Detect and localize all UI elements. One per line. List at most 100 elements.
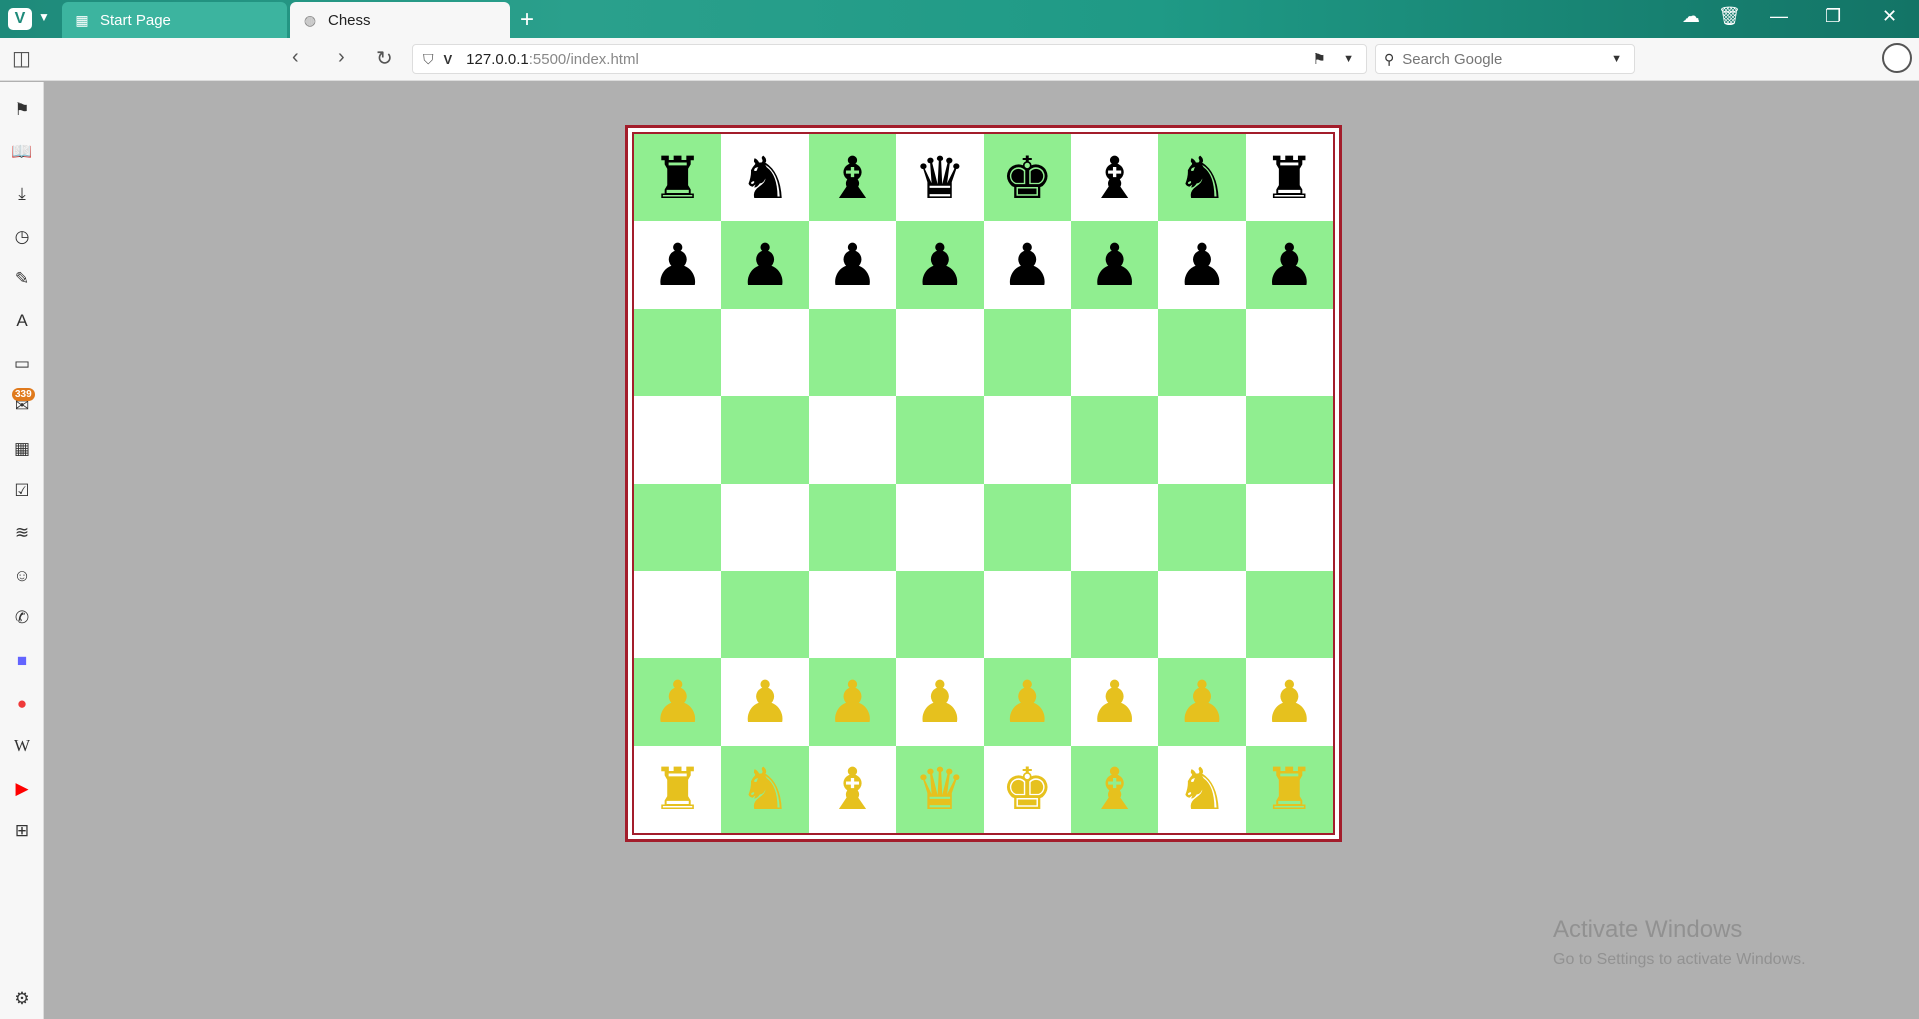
chess-piece[interactable]: ♜ <box>1263 149 1315 207</box>
square-c3[interactable] <box>808 570 897 659</box>
square-g6[interactable] <box>1158 308 1246 397</box>
square-d6[interactable] <box>896 308 984 397</box>
square-f4[interactable] <box>1070 483 1159 571</box>
add-panel-icon[interactable]: ⊞ <box>10 819 34 843</box>
square-d4[interactable] <box>896 483 984 571</box>
square-d3[interactable] <box>896 570 984 659</box>
chevron-down-icon[interactable]: ▼ <box>1611 53 1622 65</box>
square-c4[interactable] <box>808 483 897 571</box>
square-e3[interactable] <box>983 570 1071 659</box>
reload-button[interactable]: ↻ <box>376 46 393 71</box>
square-h1[interactable]: ♜ <box>1245 745 1333 833</box>
square-b6[interactable] <box>721 308 809 397</box>
square-d5[interactable] <box>896 396 984 484</box>
square-a5[interactable] <box>634 396 722 484</box>
square-b7[interactable]: ♟ <box>721 221 809 309</box>
chess-piece[interactable]: ♞ <box>1176 760 1228 818</box>
history-icon[interactable]: ◷ <box>10 225 34 249</box>
downloads-icon[interactable]: ⤓ <box>10 182 34 206</box>
square-h5[interactable] <box>1245 396 1333 484</box>
chess-piece[interactable]: ♟ <box>1263 236 1315 294</box>
cloud-sync-icon[interactable]: ☁ <box>1682 6 1700 27</box>
chess-piece[interactable]: ♟ <box>1001 236 1053 294</box>
chess-piece[interactable]: ♟ <box>914 236 966 294</box>
square-d1[interactable]: ♛ <box>896 745 984 833</box>
restore-button[interactable]: ❐ <box>1825 6 1841 27</box>
minimize-button[interactable]: — <box>1770 6 1788 27</box>
mastodon-icon[interactable]: ■ <box>10 649 34 673</box>
chevron-down-icon[interactable]: ▼ <box>38 10 50 24</box>
square-g7[interactable]: ♟ <box>1158 221 1246 309</box>
square-h6[interactable] <box>1245 308 1333 397</box>
chevron-down-icon[interactable]: ▼ <box>1343 53 1354 65</box>
chess-piece[interactable]: ♟ <box>739 236 791 294</box>
chess-piece[interactable]: ♝ <box>826 760 878 818</box>
bookmarks-icon[interactable]: ⚑ <box>10 98 34 122</box>
square-a7[interactable]: ♟ <box>634 221 722 309</box>
new-tab-button[interactable]: + <box>520 6 534 34</box>
square-c8[interactable]: ♝ <box>808 134 897 222</box>
square-c5[interactable] <box>808 396 897 484</box>
forward-button[interactable]: › <box>338 46 345 69</box>
vivaldi-web-panel-icon[interactable]: ● <box>10 692 34 716</box>
square-e5[interactable] <box>983 396 1071 484</box>
youtube-icon[interactable]: ▶ <box>10 777 34 801</box>
chess-piece[interactable]: ♛ <box>914 760 966 818</box>
chess-piece[interactable]: ♞ <box>739 149 791 207</box>
square-a8[interactable]: ♜ <box>634 134 722 222</box>
chess-piece[interactable]: ♜ <box>652 149 704 207</box>
chess-piece[interactable]: ♟ <box>914 673 966 731</box>
square-h3[interactable] <box>1245 570 1333 659</box>
chess-piece[interactable]: ♜ <box>652 760 704 818</box>
avatar[interactable] <box>1882 43 1912 73</box>
window-panel-icon[interactable]: ▭ <box>10 352 34 376</box>
chess-piece[interactable]: ♛ <box>914 149 966 207</box>
chess-piece[interactable]: ♟ <box>652 236 704 294</box>
square-h2[interactable]: ♟ <box>1245 658 1333 746</box>
search-box[interactable]: ⚲ ▼ <box>1375 44 1635 74</box>
square-b1[interactable]: ♞ <box>721 745 809 833</box>
square-c2[interactable]: ♟ <box>808 658 897 746</box>
square-h8[interactable]: ♜ <box>1245 134 1333 222</box>
chess-piece[interactable]: ♟ <box>1176 236 1228 294</box>
square-e4[interactable] <box>983 483 1071 571</box>
chess-piece[interactable]: ♝ <box>1089 149 1141 207</box>
square-c6[interactable] <box>808 308 897 397</box>
chess-piece[interactable]: ♟ <box>1089 673 1141 731</box>
square-f1[interactable]: ♝ <box>1070 745 1159 833</box>
square-f5[interactable] <box>1070 396 1159 484</box>
square-g3[interactable] <box>1158 570 1246 659</box>
chess-piece[interactable]: ♞ <box>1176 149 1228 207</box>
chess-piece[interactable]: ♜ <box>1263 760 1315 818</box>
square-a3[interactable] <box>634 570 722 659</box>
square-f6[interactable] <box>1070 308 1159 397</box>
square-g8[interactable]: ♞ <box>1158 134 1246 222</box>
wikipedia-icon[interactable]: W <box>10 734 34 758</box>
square-h7[interactable]: ♟ <box>1245 221 1333 309</box>
tab-start-page[interactable]: ▦ Start Page <box>62 2 287 38</box>
settings-gear-icon[interactable]: ⚙ <box>10 987 34 1011</box>
back-button[interactable]: ‹ <box>292 46 299 69</box>
panel-toggle-icon[interactable]: ◫ <box>12 46 31 71</box>
square-e6[interactable] <box>983 308 1071 397</box>
chess-piece[interactable]: ♝ <box>1089 760 1141 818</box>
tab-chess[interactable]: ◍ Chess <box>290 2 510 38</box>
square-f3[interactable] <box>1070 570 1159 659</box>
feeds-icon[interactable]: ≋ <box>10 521 34 545</box>
square-e7[interactable]: ♟ <box>983 221 1071 309</box>
square-c1[interactable]: ♝ <box>808 745 897 833</box>
translate-icon[interactable]: A <box>10 309 34 333</box>
notes-icon[interactable]: ✎ <box>10 267 34 291</box>
chess-piece[interactable]: ♟ <box>1176 673 1228 731</box>
chess-piece[interactable]: ♟ <box>1001 673 1053 731</box>
chess-piece[interactable]: ♟ <box>1263 673 1315 731</box>
close-button[interactable]: ✕ <box>1882 6 1897 27</box>
chess-piece[interactable]: ♟ <box>652 673 704 731</box>
square-f2[interactable]: ♟ <box>1070 658 1159 746</box>
chess-piece[interactable]: ♟ <box>826 673 878 731</box>
square-g1[interactable]: ♞ <box>1158 745 1246 833</box>
square-a2[interactable]: ♟ <box>634 658 722 746</box>
chess-piece[interactable]: ♞ <box>739 760 791 818</box>
chess-piece[interactable]: ♟ <box>1089 236 1141 294</box>
chess-piece[interactable]: ♚ <box>1001 149 1053 207</box>
